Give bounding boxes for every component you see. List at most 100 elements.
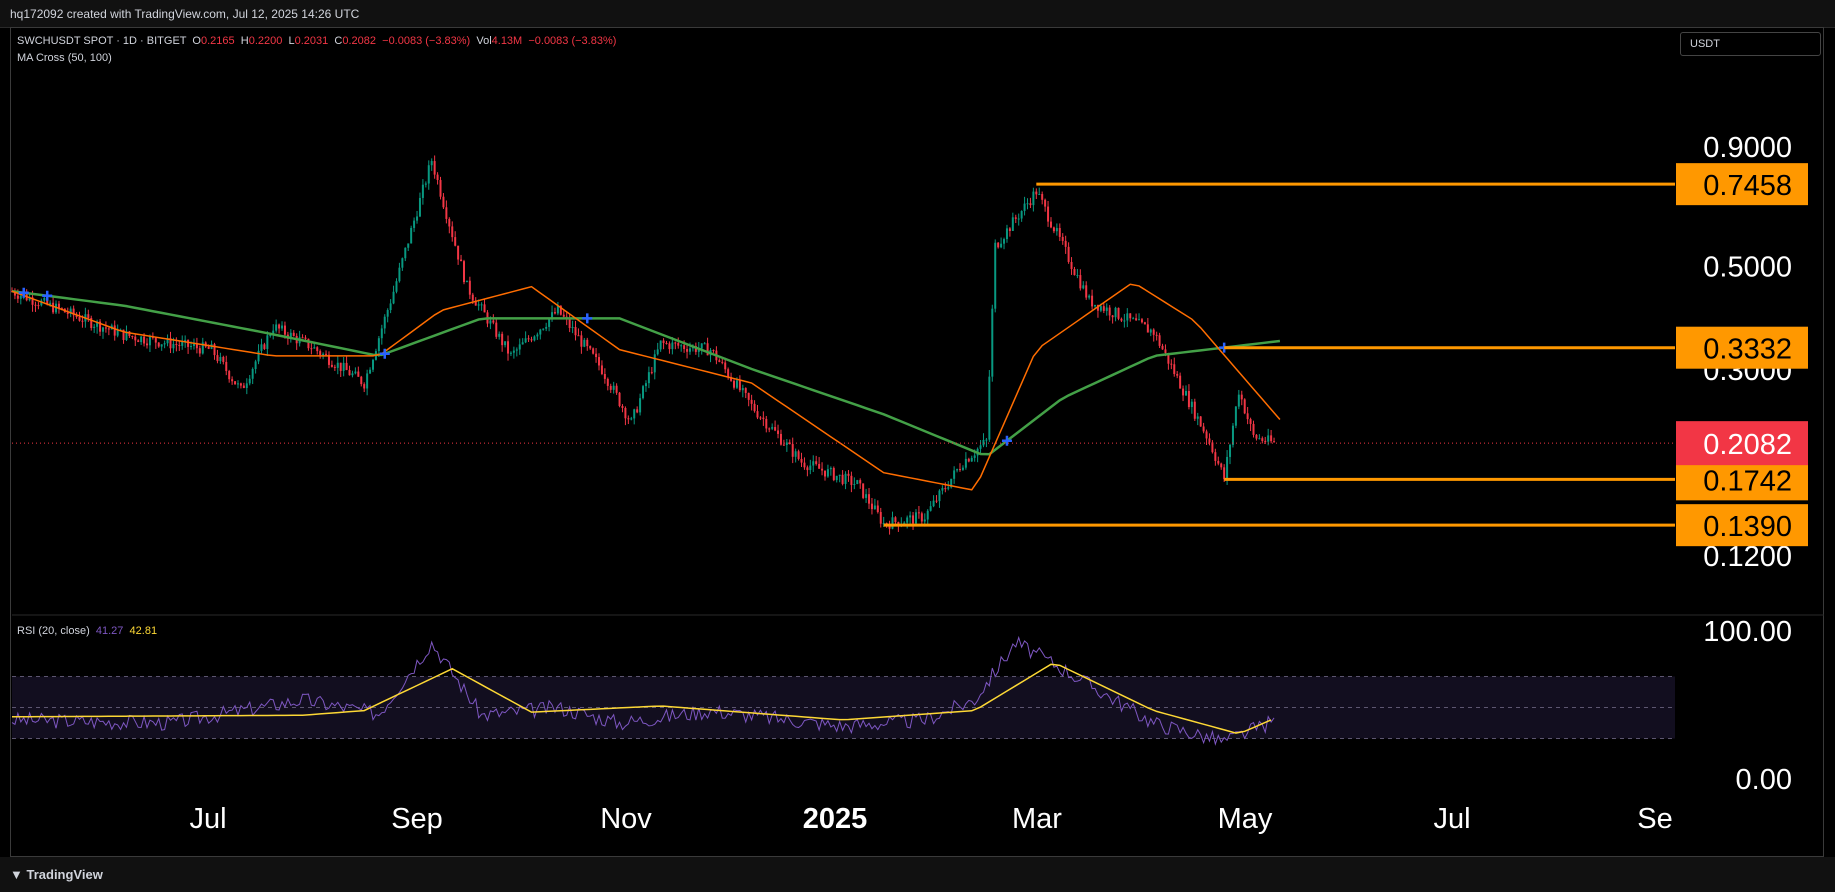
- candle-body: [1026, 203, 1029, 205]
- candle-body: [1064, 240, 1067, 247]
- candle-body: [421, 184, 424, 198]
- candle-body: [1123, 320, 1126, 322]
- candle-body: [383, 316, 386, 329]
- candle-body: [418, 197, 421, 217]
- candle-body: [439, 180, 442, 197]
- candle-body: [891, 517, 894, 529]
- candle-body: [1140, 319, 1143, 323]
- candle-body: [642, 386, 645, 399]
- candle-body: [1185, 391, 1187, 396]
- tv-icon: ▼: [10, 867, 27, 882]
- candle-body: [738, 380, 741, 391]
- candle-body: [612, 385, 615, 390]
- candle-body: [1003, 239, 1006, 244]
- candle-body: [997, 242, 1000, 248]
- candle-body: [870, 503, 873, 510]
- candle-body: [1264, 440, 1267, 442]
- candle-body: [759, 417, 762, 419]
- candle-body: [236, 383, 239, 385]
- candle-body: [1220, 463, 1223, 468]
- candle-body: [671, 342, 674, 350]
- candle-body: [818, 463, 821, 469]
- candle-body: [430, 161, 433, 166]
- candle-body: [712, 350, 715, 352]
- indicator-legend[interactable]: MA Cross (50, 100): [17, 52, 112, 64]
- price-axis-label: 0.5000: [1703, 251, 1792, 283]
- candle-body: [325, 353, 328, 355]
- candle-body: [498, 333, 501, 337]
- candle-body: [1120, 318, 1123, 321]
- candle-body: [477, 304, 480, 306]
- candle-body: [377, 338, 380, 352]
- candle-body: [1108, 307, 1111, 316]
- candle-body: [407, 243, 410, 248]
- candle-body: [251, 369, 254, 379]
- symbol-name: SWCHUSDT SPOT · 1D · BITGET: [17, 35, 187, 47]
- candle-body: [348, 370, 351, 376]
- candle-body: [1170, 363, 1173, 365]
- candle-body: [1231, 425, 1234, 445]
- candle-body: [483, 304, 486, 313]
- candle-body: [495, 322, 498, 337]
- candle-body: [480, 304, 483, 306]
- candle-body: [1237, 394, 1240, 407]
- candle-body: [868, 494, 871, 504]
- candle-body: [967, 458, 970, 462]
- candle-body: [609, 385, 612, 390]
- candle-body: [333, 366, 336, 368]
- candle-body: [859, 480, 862, 484]
- candle-body: [1146, 324, 1149, 333]
- rsi-legend[interactable]: RSI (20, close) 41.27 42.81: [17, 625, 157, 637]
- candle-body: [465, 280, 468, 283]
- candle-body: [756, 411, 759, 418]
- currency-selector[interactable]: USDT: [1680, 32, 1821, 56]
- candle-body: [914, 512, 917, 524]
- candle-body: [1217, 460, 1220, 464]
- candle-body: [835, 475, 838, 481]
- candle-body: [1261, 438, 1264, 441]
- price-level-label: 0.7458: [1703, 170, 1792, 202]
- candle-body: [507, 341, 510, 354]
- ma-100-line: [11, 290, 1281, 456]
- candle-body: [1014, 217, 1017, 219]
- candle-body: [812, 461, 815, 466]
- candle-body: [665, 342, 668, 344]
- candle-body: [703, 343, 706, 345]
- candle-body: [1193, 401, 1196, 419]
- candle-body: [107, 328, 110, 330]
- candle-body: [1070, 261, 1073, 270]
- candle-body: [1038, 194, 1041, 196]
- candle-body: [34, 304, 37, 306]
- candle-body: [19, 295, 22, 299]
- candle-body: [1076, 275, 1079, 277]
- candle-body: [239, 383, 242, 386]
- candle-body: [1208, 438, 1211, 443]
- candle-body: [1055, 228, 1058, 232]
- candle-body: [360, 376, 363, 385]
- candle-body: [1129, 313, 1132, 319]
- candle-body: [1240, 394, 1243, 400]
- candle-body: [342, 362, 345, 371]
- candle-body: [873, 505, 876, 510]
- candle-body: [1008, 228, 1011, 231]
- open-value: 0.2165: [200, 35, 235, 47]
- candle-body: [832, 468, 835, 481]
- candle-body: [263, 344, 266, 349]
- candle-body: [1199, 416, 1202, 427]
- candle-body: [319, 351, 322, 356]
- candle-body: [644, 383, 647, 387]
- candle-body: [330, 364, 333, 367]
- price-level-label: 0.1742: [1703, 465, 1792, 497]
- candle-body: [947, 487, 950, 489]
- candle-body: [577, 335, 580, 337]
- candle-body: [515, 349, 518, 351]
- candle-body: [410, 227, 413, 244]
- chart-canvas[interactable]: 0.90000.50000.30000.12000.74580.33320.17…: [0, 0, 1835, 857]
- candle-body: [923, 519, 926, 522]
- candle-body: [847, 473, 850, 476]
- candle-body: [803, 462, 806, 468]
- candle-body: [1091, 295, 1094, 307]
- candle-body: [574, 327, 577, 336]
- candle-body: [1117, 307, 1120, 319]
- candle-body: [260, 344, 263, 351]
